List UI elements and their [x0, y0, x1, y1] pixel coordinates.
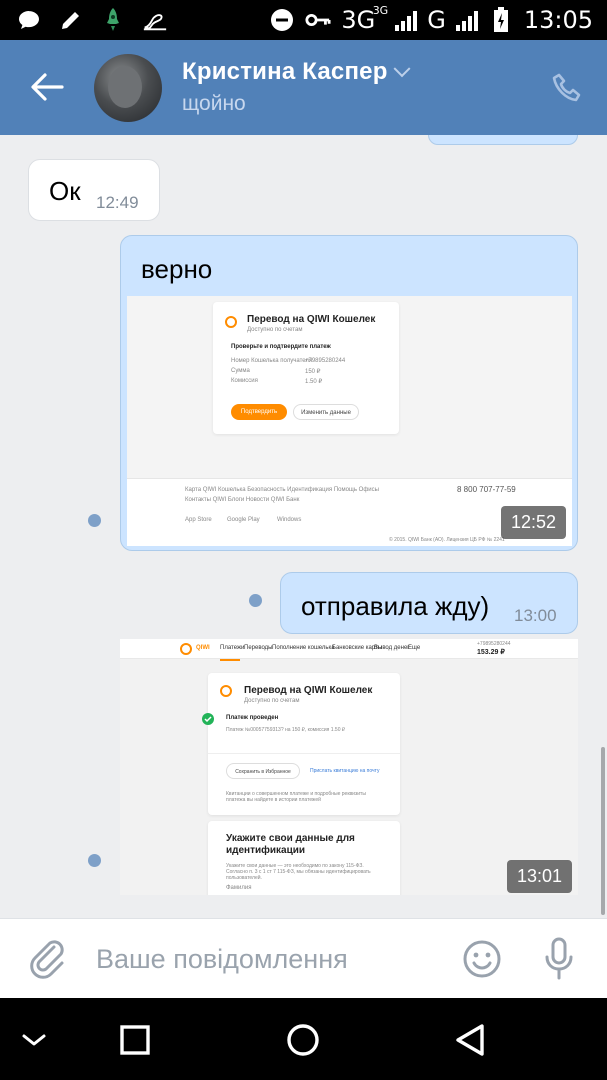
chevron-down-icon: [393, 60, 411, 78]
message-time: 13:01: [507, 860, 573, 893]
nav-item: Пополнение кошелька: [272, 645, 335, 651]
screenshot-attachment[interactable]: QIWI Платежи Переводы Пополнение кошельк…: [120, 639, 578, 895]
receipt-note: Квитанции о совершенном платеже и подроб…: [226, 791, 366, 803]
scrollbar[interactable]: [601, 747, 605, 915]
network-type-label: 3G 3G: [341, 4, 389, 34]
contact-name-text: Кристина Каспер: [182, 58, 388, 85]
previous-message-bubble: [428, 135, 578, 145]
phone-call-icon[interactable]: [551, 72, 583, 104]
nav-item: Переводы: [244, 645, 273, 651]
message-list[interactable]: Ок 12:49 верно Перевод на QIWI Кошелек Д…: [0, 135, 607, 918]
qiwi-success-card: Перевод на QIWI Кошелек Доступно по счет…: [208, 673, 400, 815]
ident-field-label: Фамилия: [226, 885, 252, 891]
nav-item: Платежи: [220, 645, 245, 651]
attach-paperclip-icon[interactable]: [30, 939, 66, 979]
unread-indicator: [249, 594, 262, 607]
ident-title: Укажите свои данные для идентификации: [226, 833, 355, 856]
battery-charging-icon: [488, 7, 514, 33]
payment-done: Платеж проведен: [226, 715, 279, 721]
active-tab-indicator: [220, 659, 240, 661]
message-time: 13:00: [514, 606, 557, 625]
chat-header: Кристина Каспер щойно: [0, 40, 607, 135]
unread-indicator: [88, 854, 101, 867]
qiwi-logo-icon: [180, 643, 192, 655]
card-section: Проверьте и подтвердите платеж: [231, 344, 331, 350]
clock: 13:05: [523, 6, 593, 34]
footer-copyright: © 2015. QIWI Банк (АО). Лицензия ЦБ РФ №…: [389, 537, 505, 543]
row-value: +79895280244: [305, 358, 346, 364]
vpn-key-icon: [305, 7, 331, 33]
googleplay-badge: Google Play: [227, 517, 260, 523]
app-notification-icon: [142, 7, 168, 33]
avatar[interactable]: [94, 54, 162, 122]
footer-links: Карта QIWI Кошелька Безопасность Идентиф…: [185, 487, 379, 493]
appstore-badge: App Store: [185, 517, 212, 523]
account-balance: 153.29 ₽: [477, 649, 505, 656]
send-receipt-link: Прислать квитанцию на почту: [310, 768, 380, 774]
account-phone: +79895280244: [477, 641, 511, 647]
message-text: Ок: [49, 176, 81, 206]
message-bubble-outgoing[interactable]: верно Перевод на QIWI Кошелек Доступно п…: [120, 235, 578, 551]
system-nav-bar: [0, 998, 607, 1080]
edit-data-button: Изменить данные: [293, 404, 359, 420]
qiwi-logo-icon: [220, 685, 232, 697]
payment-details: Платеж №00057759313? на 150 ₽, комиссия …: [226, 727, 346, 733]
signal-strength-icon-2: [455, 9, 478, 31]
nav-item: Вывод денег: [374, 645, 410, 651]
save-favorite-button: Сохранить в Избранное: [226, 763, 300, 779]
rocket-icon: [100, 7, 126, 33]
contact-status: щойно: [182, 92, 246, 115]
message-text: отправила жду): [301, 591, 490, 621]
message-bubble-outgoing[interactable]: отправила жду) 13:00: [280, 572, 578, 634]
contact-name[interactable]: Кристина Каспер: [182, 58, 411, 86]
message-composer: [0, 918, 607, 998]
message-time: 12:52: [501, 506, 567, 539]
ident-text: Укажите свои данные — это необходимо по …: [226, 863, 371, 881]
identification-card: Укажите свои данные для идентификации Ук…: [208, 821, 400, 895]
network-type-label-2: G: [427, 6, 446, 34]
card-subtitle: Доступно по счетам: [244, 698, 300, 704]
chat-notification-icon: [16, 7, 42, 33]
row-value: 1.50 ₽: [305, 379, 323, 385]
footer-links-2: Контакты QIWI Блоги Новости QIWI Банк: [185, 497, 300, 503]
footer-phone: 8 800 707-77-59: [457, 485, 516, 494]
back-triangle-icon[interactable]: [450, 1020, 490, 1060]
recents-square-icon[interactable]: [115, 1020, 155, 1060]
row-value: 150 ₽: [305, 369, 321, 375]
row-label: Сумма: [231, 368, 250, 374]
pencil-icon: [58, 7, 84, 33]
message-input[interactable]: [96, 941, 436, 977]
card-title: Перевод на QIWI Кошелек: [247, 314, 376, 325]
qiwi-top-nav: QIWI Платежи Переводы Пополнение кошельк…: [120, 639, 578, 659]
do-not-disturb-icon: [269, 7, 295, 33]
message-time: 12:49: [96, 193, 139, 212]
message-text: верно: [141, 254, 213, 284]
success-check-icon: [202, 713, 214, 725]
windows-badge: Windows: [277, 517, 302, 523]
confirm-button: Подтвердить: [231, 404, 287, 420]
qiwi-transfer-card: Перевод на QIWI Кошелек Доступно по счет…: [213, 302, 399, 434]
signal-strength-icon: [395, 9, 418, 31]
message-bubble-incoming[interactable]: Ок 12:49: [28, 159, 160, 221]
card-title: Перевод на QIWI Кошелек: [244, 685, 373, 696]
qiwi-logo-icon: [225, 316, 237, 328]
back-arrow-icon[interactable]: [30, 72, 64, 102]
microphone-icon[interactable]: [542, 937, 576, 981]
emoji-smile-icon[interactable]: [462, 939, 502, 979]
unread-indicator: [88, 514, 101, 527]
card-subtitle: Доступно по счетам: [247, 327, 303, 333]
home-circle-icon[interactable]: [283, 1020, 323, 1060]
nav-item: Еще: [408, 645, 421, 651]
row-label: Комиссия: [231, 378, 258, 384]
qiwi-brand: QIWI: [196, 645, 210, 651]
status-bar: 3G 3G G 13:05: [0, 0, 607, 40]
row-label: Номер Кошелька получателя: [231, 358, 313, 364]
chevron-down-icon[interactable]: [14, 1020, 54, 1060]
